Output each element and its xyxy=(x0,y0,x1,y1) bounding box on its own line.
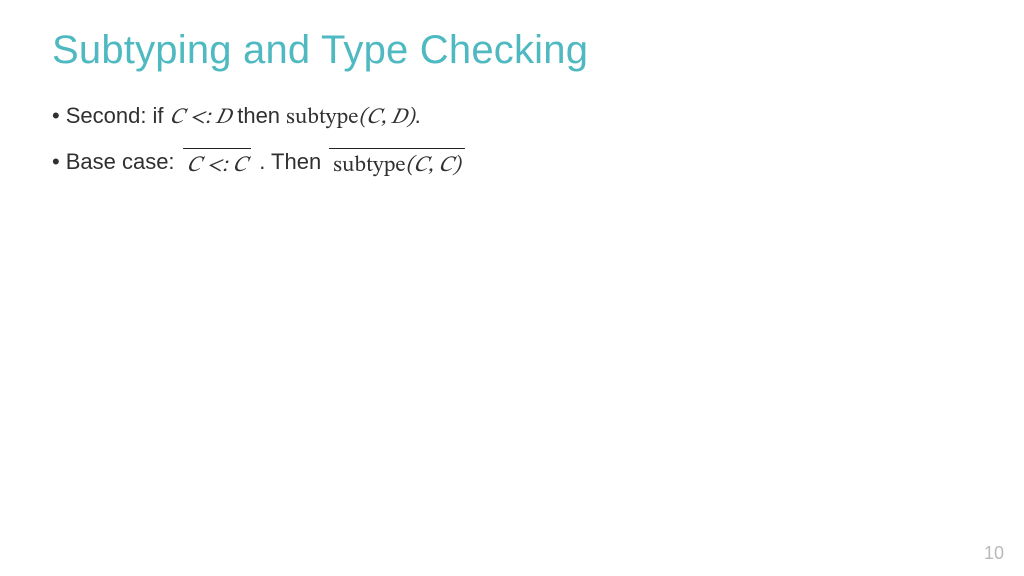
math-args: (𝐶, 𝐷) xyxy=(358,107,414,129)
text: Second: if xyxy=(66,103,170,128)
math-expr: 𝐶 <: 𝐶 xyxy=(187,155,247,177)
bullet-body: Second: if 𝐶 <: 𝐷 then subtype(𝐶, 𝐷). xyxy=(66,97,421,137)
bullet-item: • Second: if 𝐶 <: 𝐷 then subtype(𝐶, 𝐷). xyxy=(52,97,972,137)
math-expr: 𝐶 <: 𝐷 xyxy=(170,107,231,129)
text: . xyxy=(415,103,421,128)
page-number: 10 xyxy=(984,543,1004,564)
bullet-marker: • xyxy=(52,143,60,180)
bullet-body: Base case: 𝐶 <: 𝐶 . Then subtype(𝐶, 𝐶) xyxy=(66,143,467,181)
math-fn: subtype xyxy=(333,155,405,177)
bullet-marker: • xyxy=(52,97,60,134)
slide-content: • Second: if 𝐶 <: 𝐷 then subtype(𝐶, 𝐷). … xyxy=(52,97,972,181)
bullet-item: • Base case: 𝐶 <: 𝐶 . Then subtype(𝐶, 𝐶) xyxy=(52,143,972,181)
text: then xyxy=(231,103,286,128)
math-fn: subtype xyxy=(286,107,358,129)
slide: Subtyping and Type Checking • Second: if… xyxy=(0,0,1024,576)
inference-rule: subtype(𝐶, 𝐶) xyxy=(329,148,464,181)
inference-rule: 𝐶 <: 𝐶 xyxy=(183,148,251,181)
text: . Then xyxy=(253,149,327,174)
slide-title: Subtyping and Type Checking xyxy=(52,28,972,73)
math-args: (𝐶, 𝐶) xyxy=(406,155,461,177)
text: Base case: xyxy=(66,149,181,174)
